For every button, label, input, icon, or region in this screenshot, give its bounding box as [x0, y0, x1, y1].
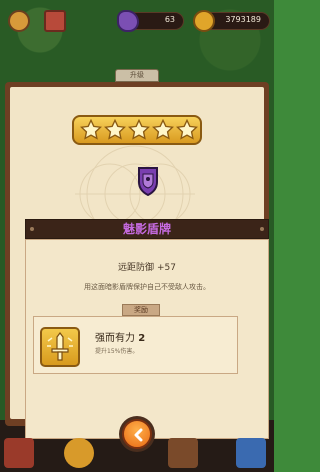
- coin-icon: [193, 10, 215, 32]
- stat-value: +57: [156, 263, 176, 273]
- chevron-left-icon: [134, 428, 143, 442]
- tome-icon[interactable]: [168, 438, 198, 468]
- star-rating: [72, 115, 202, 145]
- reward-card: 强而有力 2 提升15%伤害。: [33, 316, 238, 374]
- reward-tag: 奖励: [122, 304, 160, 316]
- item-panel: 魅影盾牌 远距防御 +57 用这面暗影盾牌保护自己不受敌人攻击。: [5, 82, 269, 439]
- back-button[interactable]: [119, 416, 155, 452]
- back-button-face[interactable]: [122, 419, 152, 449]
- potion-icon[interactable]: [236, 438, 266, 468]
- tab-upgrade[interactable]: 升级: [115, 69, 159, 82]
- item-stat: 远距防御 +57: [26, 260, 268, 273]
- top-bar: 63 3793189: [0, 8, 274, 34]
- reward-name-text: 强而有力: [95, 333, 135, 344]
- coin-value: 3793189: [225, 15, 261, 24]
- gem-value: 63: [164, 15, 175, 24]
- star-icon: [80, 119, 102, 140]
- sword-icon: [40, 327, 80, 367]
- star-icon: [104, 119, 126, 140]
- gift-icon[interactable]: [44, 10, 66, 32]
- reward-description: 提升15%伤害。: [95, 348, 139, 355]
- star-icon: [128, 119, 150, 140]
- reward-level: 2: [138, 333, 146, 344]
- item-description: 用这面暗影盾牌保护自己不受敌人攻击。: [84, 283, 210, 291]
- shield-icon: [138, 167, 158, 196]
- gear-icon[interactable]: [8, 10, 30, 32]
- item-title-bar: 魅影盾牌: [25, 219, 269, 239]
- star-icon: [176, 119, 198, 140]
- stat-label: 远距防御: [118, 263, 155, 273]
- book-icon[interactable]: [4, 438, 34, 468]
- star-icon: [152, 119, 174, 140]
- reward-name: 强而有力 2: [95, 329, 145, 344]
- sword-glyph: [47, 332, 73, 361]
- nail-icon: [260, 227, 264, 231]
- gem-counter: 63: [117, 10, 184, 32]
- item-name: 魅影盾牌: [122, 222, 171, 236]
- coin-counter: 3793189: [193, 10, 270, 32]
- coin-stack-icon[interactable]: [64, 438, 94, 468]
- gem-icon: [117, 10, 139, 32]
